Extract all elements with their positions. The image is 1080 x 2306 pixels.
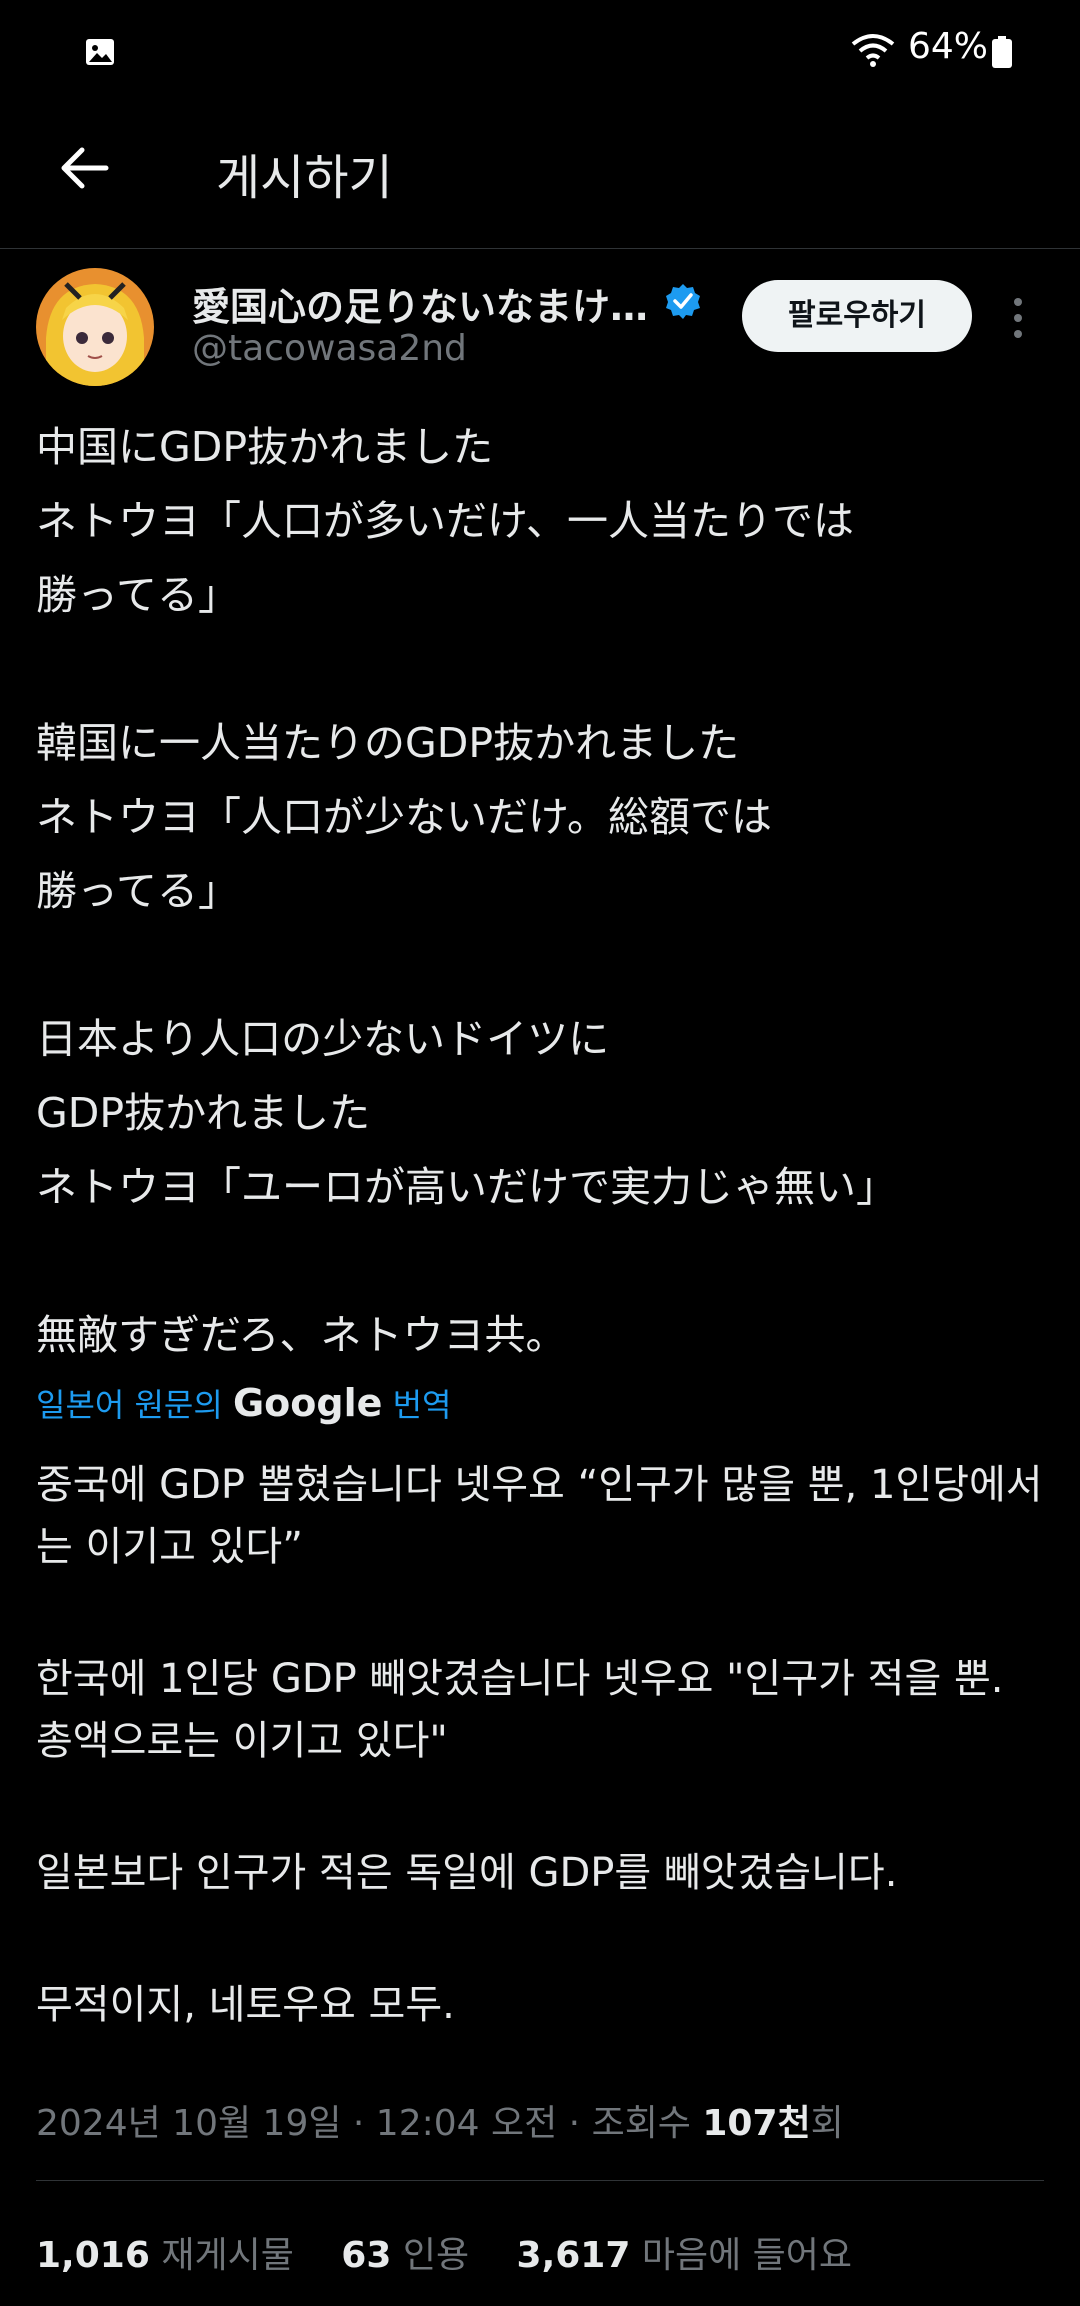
reposts-count: 1,016	[36, 2235, 150, 2276]
app-bar: 게시하기	[0, 104, 1080, 249]
translated-paragraph: 일본보다 인구가 적은 독일에 GDP를 빼앗겼습니다.	[36, 1850, 898, 1896]
reposts-label: 재게시물	[161, 2235, 294, 2276]
battery-icon	[992, 36, 1012, 68]
quotes-label: 인용	[402, 2235, 470, 2276]
timestamp-text: 2024년 10월 19일 · 12:04 오전 · 조회수	[36, 2103, 703, 2144]
likes-stat[interactable]: 3,617 마음에 들어요	[517, 2235, 853, 2276]
tweet-paragraph: 韓国に一人当たりのGDP抜かれました ネトウヨ「人口が少ないだけ。総額では 勝っ…	[36, 719, 772, 915]
status-bar: 64%	[0, 0, 1080, 104]
translated-paragraph: 중국에 GDP 뽑혔습니다 넷우요 “인구가 많을 뿐, 1인당에서는 이기고 …	[36, 1462, 1043, 1570]
battery-percentage: 64%	[908, 26, 989, 67]
more-options-icon[interactable]	[1006, 296, 1030, 340]
tweet-paragraph: 無敵すぎだろ、ネトウヨ共。	[36, 1311, 567, 1359]
wifi-icon	[851, 34, 895, 67]
translation-attribution[interactable]: 일본어 원문의 Google 번역	[36, 1380, 451, 1426]
avatar[interactable]	[36, 268, 154, 386]
tweet-text: 中国にGDP抜かれました ネトウヨ「人口が多いだけ、一人当たりでは 勝ってる」 …	[36, 410, 1046, 1372]
likes-label: 마음에 들어요	[641, 2235, 853, 2276]
quotes-stat[interactable]: 63 인용	[341, 2235, 469, 2276]
tweet-timestamp: 2024년 10월 19일 · 12:04 오전 · 조회수 107천회	[36, 2094, 844, 2146]
likes-count: 3,617	[516, 2235, 631, 2276]
follow-button[interactable]: 팔로우하기	[742, 280, 972, 352]
translated-text: 중국에 GDP 뽑혔습니다 넷우요 “인구가 많을 뿐, 1인당에서는 이기고 …	[36, 1454, 1046, 2036]
translation-prefix: 일본어 원문의	[36, 1386, 223, 1424]
reposts-stat[interactable]: 1,016 재게시물	[36, 2235, 294, 2276]
tweet-paragraph: 日本より人口の少ないドイツに GDP抜かれました ネトウヨ「ユーロが高いだけで実…	[36, 1015, 897, 1211]
page-title: 게시하기	[216, 150, 393, 206]
tweet-author: 愛国心の足りないなまけ… @tacowasa2nd 팔로우하기	[0, 262, 1080, 392]
quotes-count: 63	[341, 2235, 392, 2276]
back-arrow-icon[interactable]	[56, 140, 112, 196]
divider	[36, 2180, 1044, 2181]
translated-paragraph: 무적이지, 네토우요 모두.	[36, 1982, 455, 2028]
tweet-paragraph: 中国にGDP抜かれました ネトウヨ「人口が多いだけ、一人当たりでは 勝ってる」	[36, 423, 854, 619]
author-display-name[interactable]: 愛国心の足りないなまけ…	[192, 276, 648, 331]
translation-suffix: 번역	[392, 1386, 452, 1424]
google-logo: Google	[232, 1381, 383, 1425]
translated-paragraph: 한국에 1인당 GDP 빼앗겼습니다 넷우요 "인구가 적을 뿐. 총액으로는 …	[36, 1656, 1004, 1764]
view-count-suffix: 회	[810, 2103, 844, 2144]
view-count[interactable]: 107천	[702, 2103, 810, 2144]
author-handle[interactable]: @tacowasa2nd	[192, 328, 467, 369]
verified-badge-icon	[666, 284, 700, 319]
gallery-notification-icon	[86, 39, 114, 65]
engagement-stats: 1,016 재게시물 63 인용 3,617 마음에 들어요	[36, 2226, 888, 2278]
